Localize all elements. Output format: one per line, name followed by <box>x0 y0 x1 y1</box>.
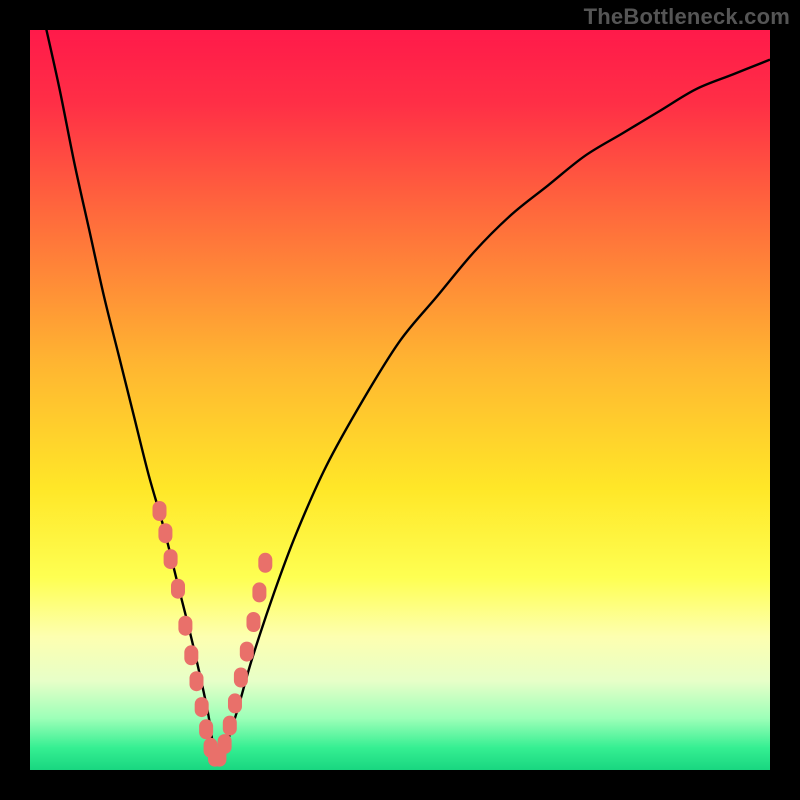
marker-point <box>184 645 198 665</box>
watermark-text: TheBottleneck.com <box>584 4 790 30</box>
marker-point <box>240 642 254 662</box>
plot-area <box>30 30 770 770</box>
marker-cluster <box>153 501 273 767</box>
marker-point <box>223 716 237 736</box>
marker-point <box>153 501 167 521</box>
marker-point <box>164 549 178 569</box>
bottleneck-curve <box>45 30 770 761</box>
chart-frame: TheBottleneck.com <box>0 0 800 800</box>
marker-point <box>246 612 260 632</box>
marker-point <box>195 697 209 717</box>
marker-point <box>218 734 232 754</box>
marker-point <box>158 523 172 543</box>
marker-point <box>252 582 266 602</box>
marker-point <box>199 719 213 739</box>
marker-point <box>228 693 242 713</box>
marker-point <box>258 553 272 573</box>
chart-svg <box>30 30 770 770</box>
marker-point <box>171 579 185 599</box>
marker-point <box>190 671 204 691</box>
marker-point <box>234 668 248 688</box>
marker-point <box>178 616 192 636</box>
